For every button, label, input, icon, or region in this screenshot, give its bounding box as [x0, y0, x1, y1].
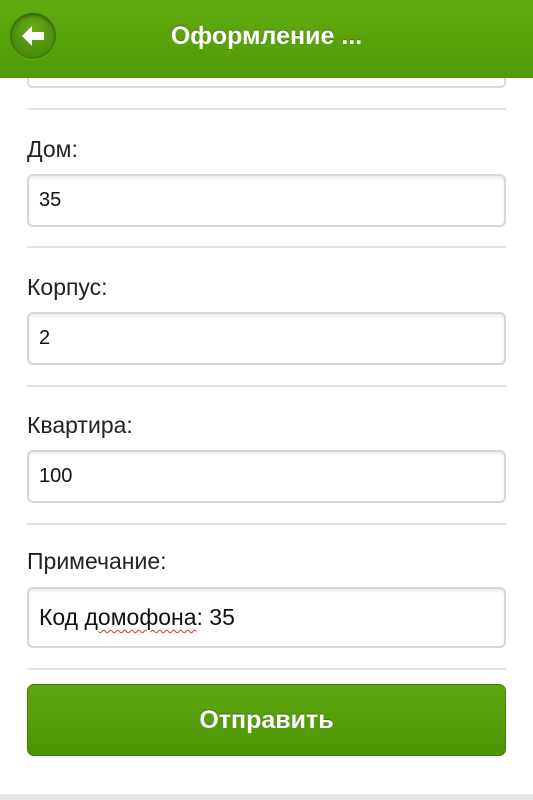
apartment-label: Квартира: [27, 412, 133, 438]
building-input[interactable] [27, 312, 506, 365]
submit-button[interactable]: Отправить [27, 684, 506, 756]
divider [27, 668, 506, 670]
header-bar: Оформление ... [0, 0, 533, 78]
apartment-input[interactable] [27, 450, 506, 503]
page-title: Оформление ... [170, 22, 363, 50]
building-label: Корпус: [27, 274, 108, 300]
divider [27, 108, 506, 110]
divider [27, 385, 506, 387]
house-input[interactable] [27, 174, 506, 227]
divider [27, 523, 506, 525]
note-text-suffix: : 35 [196, 604, 235, 630]
note-text-prefix: Код [39, 604, 85, 630]
bottom-edge [0, 794, 533, 800]
note-input[interactable]: Код домофона: 35 [27, 587, 506, 648]
house-label: Дом: [27, 136, 78, 162]
divider [27, 246, 506, 248]
note-label: Примечание: [27, 548, 167, 574]
note-text-misspelled: домофона [84, 604, 197, 630]
